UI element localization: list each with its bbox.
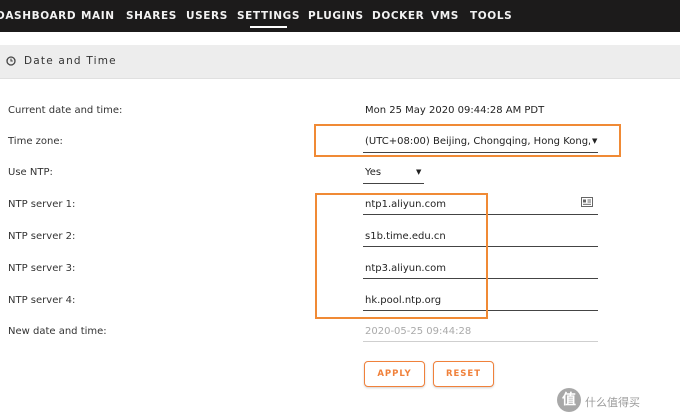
- current-datetime-value: Mon 25 May 2020 09:44:28 AM PDT: [365, 105, 545, 116]
- ntp-server-4-label: NTP server 4:: [8, 295, 76, 306]
- use-ntp-selected-value: Yes: [365, 167, 382, 178]
- ntp-server-3-label: NTP server 3:: [8, 263, 76, 274]
- use-ntp-label: Use NTP:: [8, 167, 53, 178]
- nav-item-tools[interactable]: TOOLS: [470, 10, 512, 22]
- ntp-server-1-label: NTP server 1:: [8, 199, 76, 210]
- ntp-server-2-label: NTP server 2:: [8, 231, 76, 242]
- new-datetime-label: New date and time:: [8, 326, 107, 337]
- nav-item-dashboard[interactable]: DASHBOARD: [0, 10, 76, 22]
- nav-item-main[interactable]: MAIN: [81, 10, 115, 22]
- section-title: Date and Time: [24, 55, 117, 67]
- watermark-logo: 值: [557, 388, 581, 412]
- nav-item-docker[interactable]: DOCKER: [372, 10, 424, 22]
- nav-gap: [0, 32, 680, 45]
- reset-button[interactable]: RESET: [433, 361, 494, 387]
- current-datetime-label: Current date and time:: [8, 105, 123, 116]
- nav-item-users[interactable]: USERS: [186, 10, 228, 22]
- timezone-highlight-box: [314, 124, 621, 157]
- nav-item-shares[interactable]: SHARES: [126, 10, 177, 22]
- clock-icon: [6, 56, 16, 66]
- use-ntp-select[interactable]: Yes ▼: [363, 163, 424, 184]
- new-datetime-field: [363, 321, 598, 342]
- chevron-down-icon: ▼: [416, 168, 422, 176]
- nav-item-settings[interactable]: SETTINGS: [237, 10, 300, 28]
- watermark-text: 什么值得买: [585, 396, 640, 409]
- timezone-label: Time zone:: [8, 136, 63, 147]
- nav-item-plugins[interactable]: PLUGINS: [308, 10, 364, 22]
- ntp-servers-highlight-box: [315, 193, 488, 319]
- nav-item-vms[interactable]: VMS: [431, 10, 459, 22]
- apply-button[interactable]: APPLY: [364, 361, 425, 387]
- section-header: Date and Time: [0, 45, 680, 79]
- top-nav: DASHBOARD MAIN SHARES USERS SETTINGS PLU…: [0, 0, 680, 32]
- card-icon[interactable]: [581, 197, 593, 207]
- new-datetime-input: [363, 323, 572, 339]
